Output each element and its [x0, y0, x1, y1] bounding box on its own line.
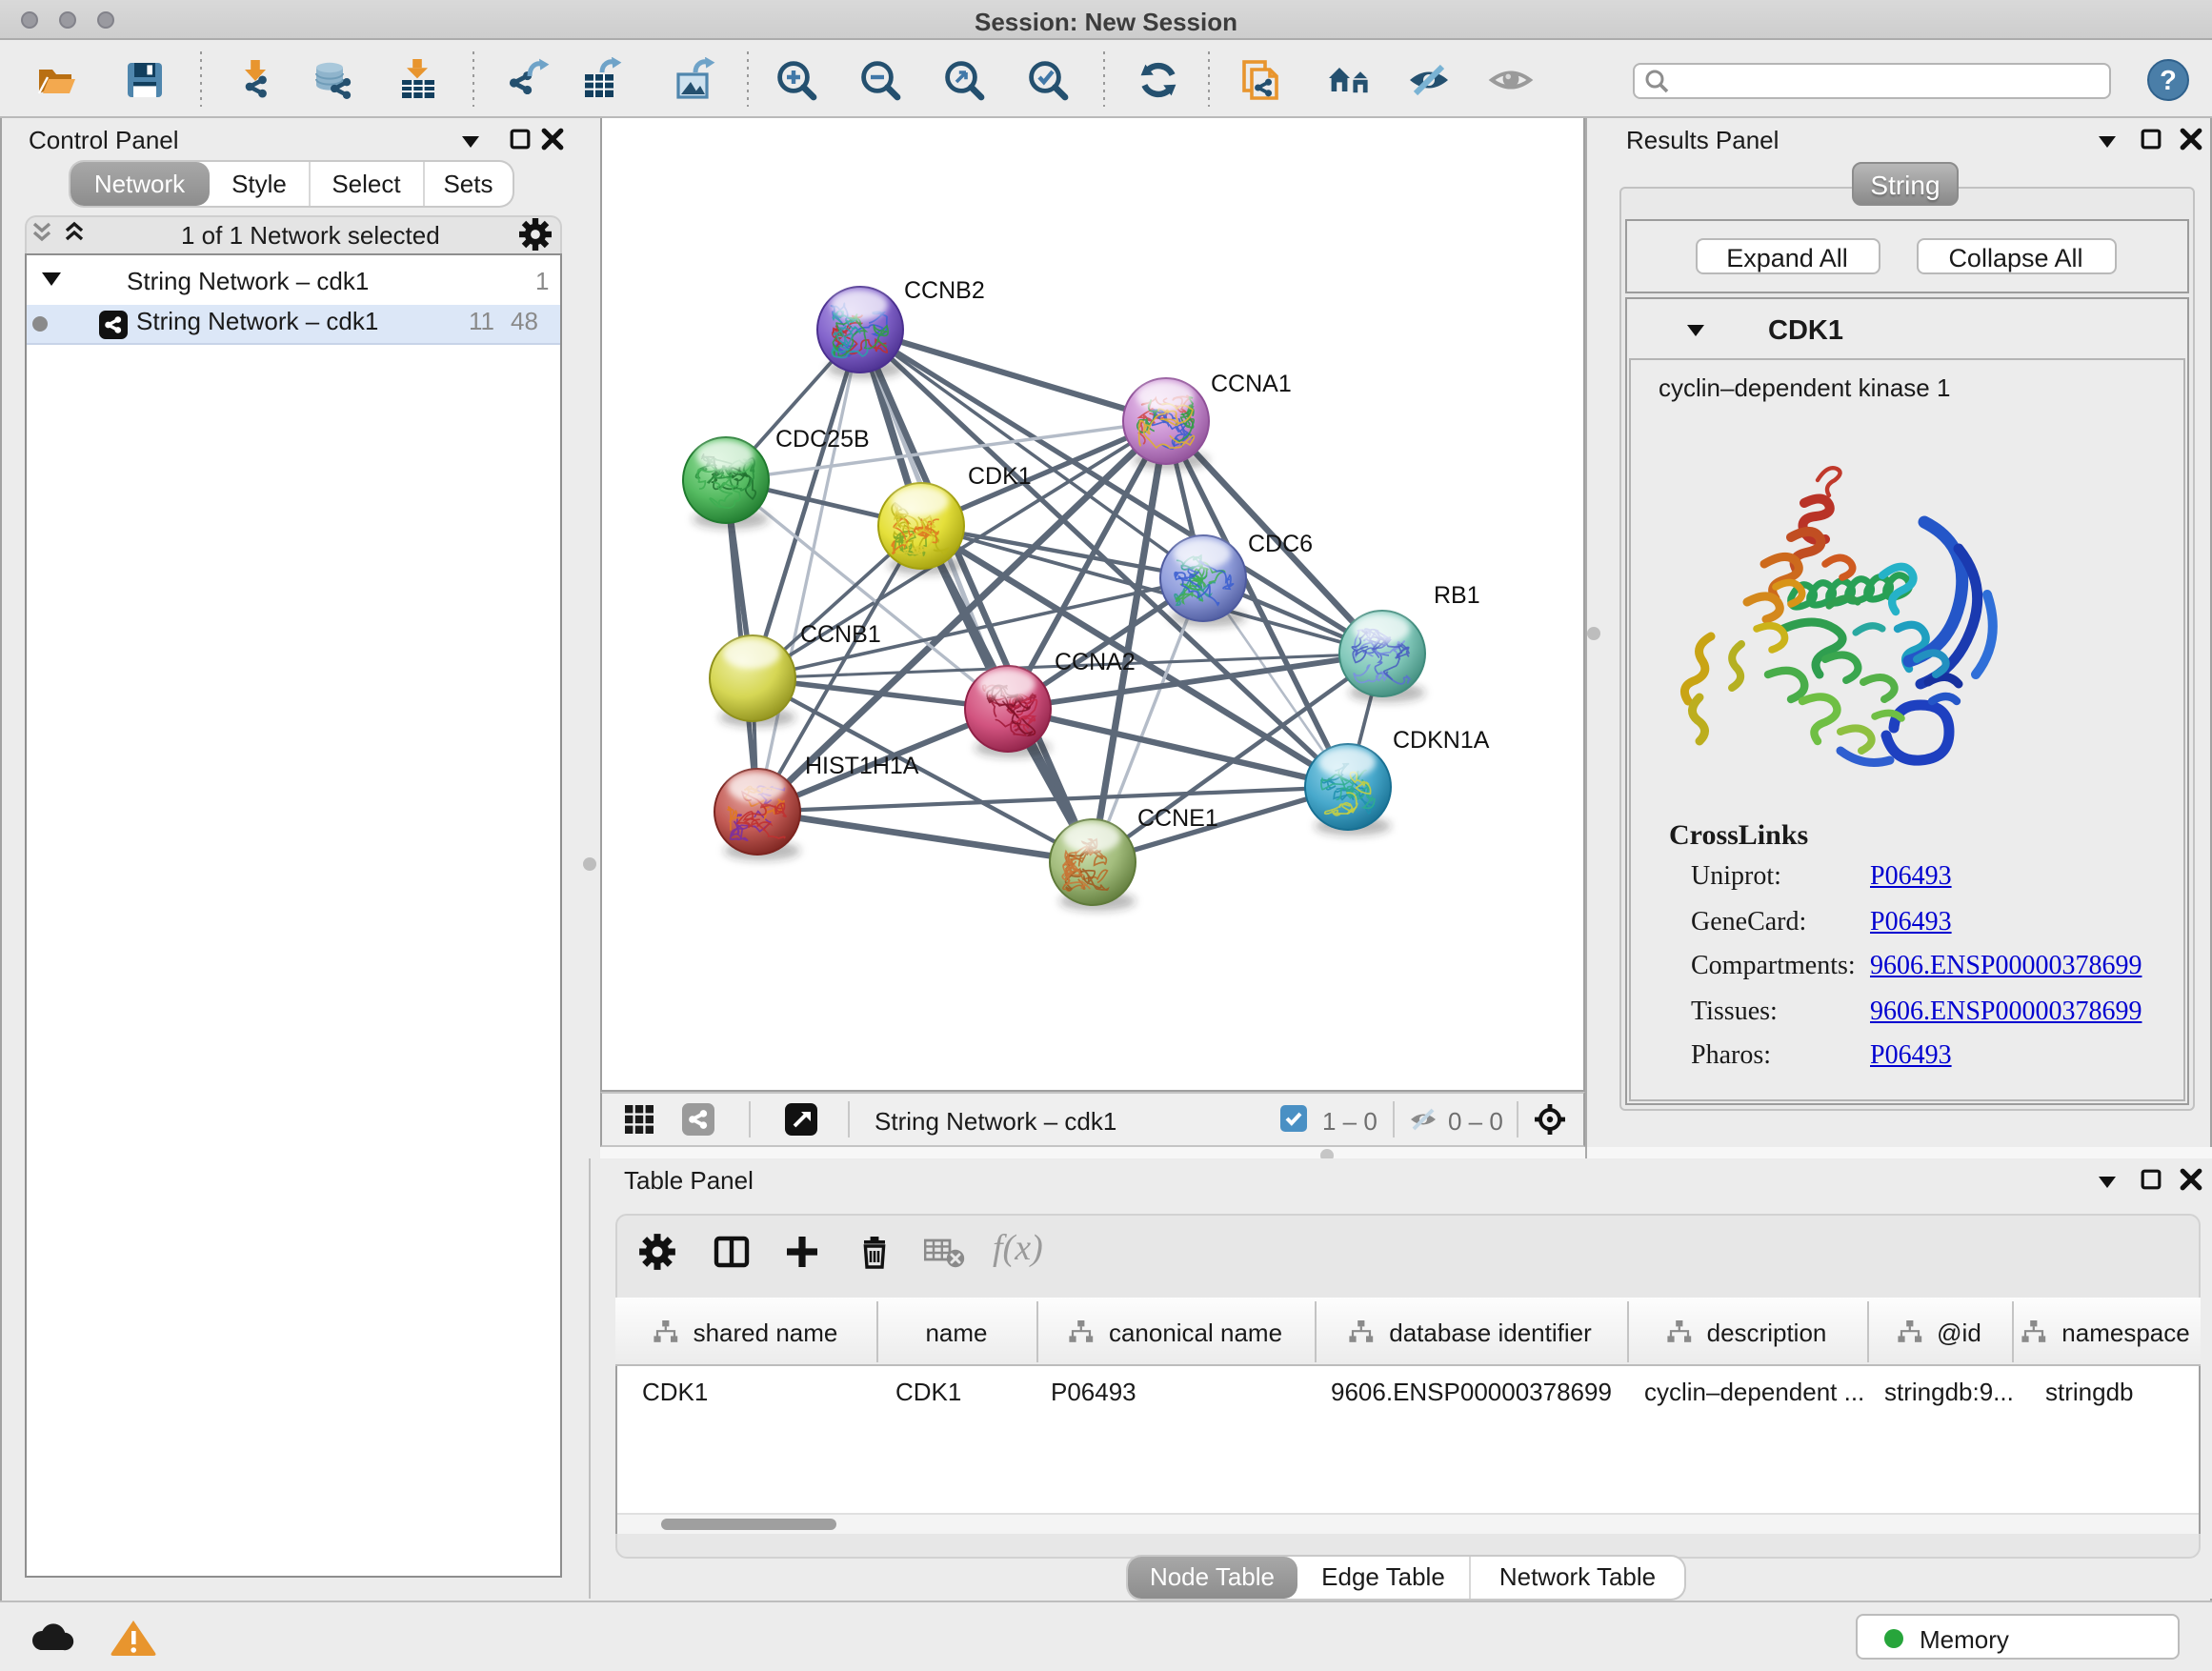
svg-text:CCNB2: CCNB2 — [904, 277, 985, 304]
svg-text:CCNE1: CCNE1 — [1137, 805, 1218, 832]
svg-text:CCNB1: CCNB1 — [800, 621, 881, 648]
svg-text:?: ? — [2160, 65, 2177, 95]
svg-text:CDKN1A: CDKN1A — [1393, 727, 1490, 754]
svg-text:CDC6: CDC6 — [1248, 531, 1313, 557]
svg-text:CCNA2: CCNA2 — [1055, 649, 1136, 675]
svg-text:RB1: RB1 — [1434, 582, 1480, 609]
svg-text:CDC25B: CDC25B — [775, 426, 870, 453]
svg-text:HIST1H1A: HIST1H1A — [805, 753, 919, 779]
svg-text:CDK1: CDK1 — [968, 463, 1032, 490]
svg-text:CCNA1: CCNA1 — [1211, 371, 1292, 397]
